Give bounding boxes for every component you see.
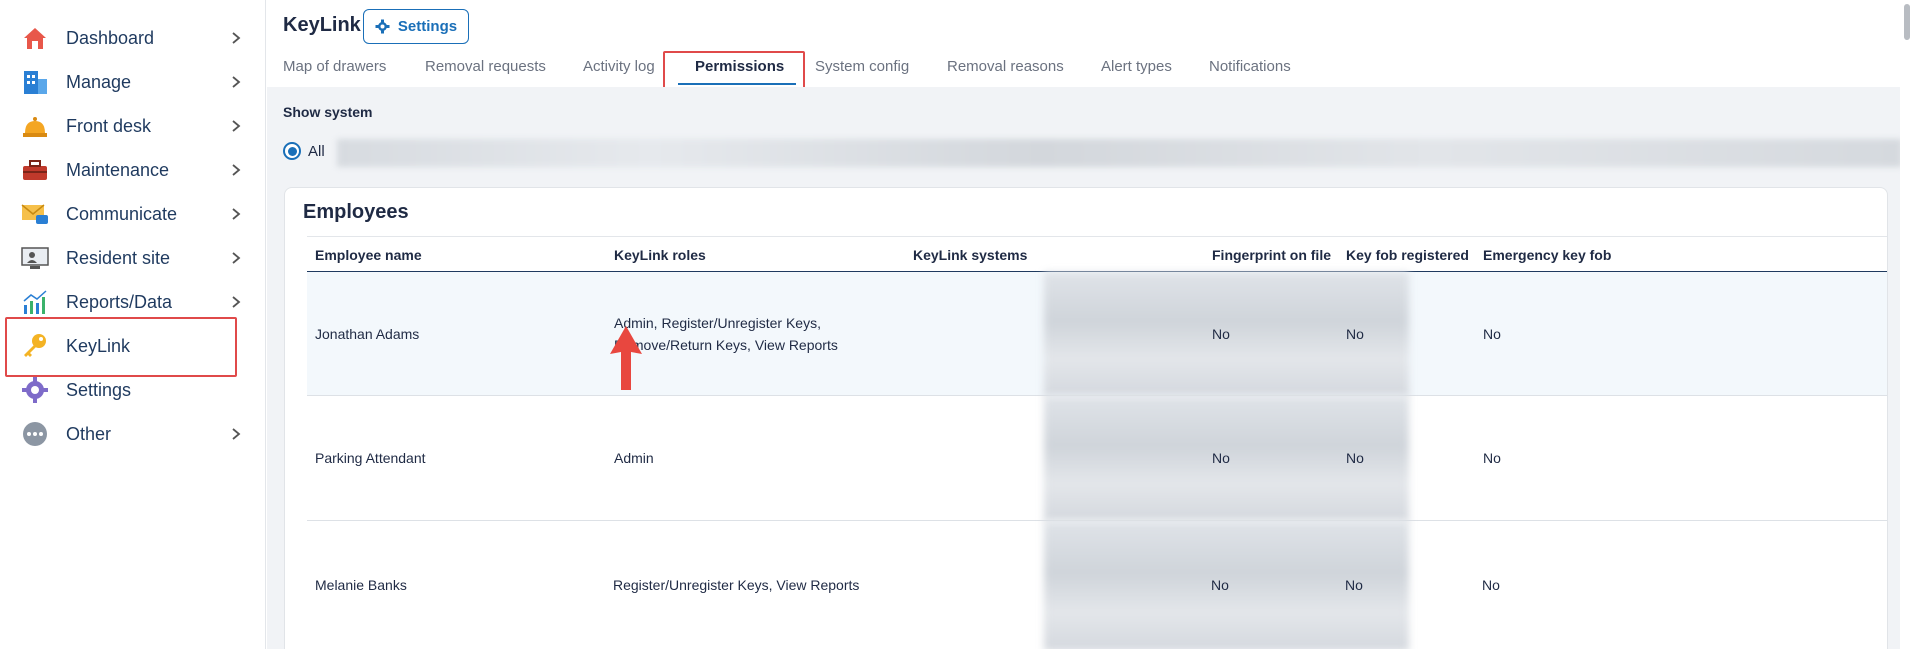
employee-roles: Admin, Register/Unregister Keys, Remove/… <box>614 315 838 353</box>
sidebar: Dashboard Manage Front desk Maintenance … <box>0 0 266 649</box>
arrow-up-icon <box>610 326 642 390</box>
monitor-user-icon <box>21 247 49 269</box>
table-header: Employee name KeyLink roles KeyLink syst… <box>307 236 1887 272</box>
sidebar-item-label: Communicate <box>66 203 178 224</box>
active-tab-indicator <box>678 83 796 85</box>
sidebar-item-label: Maintenance <box>66 159 170 180</box>
sidebar-item-dashboard[interactable]: Dashboard <box>0 18 266 58</box>
redacted-systems-strip <box>337 139 1902 167</box>
sidebar-item-settings[interactable]: Settings <box>0 370 266 410</box>
sidebar-item-front-desk[interactable]: Front desk <box>0 106 266 146</box>
column-header[interactable]: KeyLink systems <box>913 247 1027 263</box>
sidebar-item-label: Dashboard <box>66 27 155 48</box>
sidebar-item-keylink[interactable]: KeyLink <box>0 326 266 366</box>
employee-roles: Admin <box>614 450 654 466</box>
employee-roles: Register/Unregister Keys, View Reports <box>613 577 860 593</box>
chevron-right-icon <box>232 120 241 132</box>
chevron-right-icon <box>232 76 241 88</box>
sidebar-item-label: Reports/Data <box>66 291 173 312</box>
settings-button-label: Settings <box>397 18 458 35</box>
key-icon <box>24 334 46 357</box>
radio-all[interactable]: All <box>283 142 325 160</box>
sidebar-item-reports-data[interactable]: Reports/Data <box>0 282 266 322</box>
employees-title: Employees <box>303 201 409 223</box>
column-header[interactable]: Key fob registered <box>1346 247 1469 263</box>
show-system-label: Show system <box>283 104 373 120</box>
emergency-fob-value: No <box>1482 577 1500 593</box>
envelope-icon <box>21 204 48 224</box>
radio-all-label: All <box>308 142 325 160</box>
fingerprint-value: No <box>1212 326 1230 342</box>
sidebar-item-manage[interactable]: Manage <box>0 62 266 102</box>
settings-button[interactable]: Settings <box>363 9 469 44</box>
chevron-right-icon <box>232 252 241 264</box>
employee-name: Parking Attendant <box>315 450 426 466</box>
tab-removal-requests[interactable]: Removal requests <box>425 58 546 75</box>
bell-icon <box>23 117 47 137</box>
employee-name: Melanie Banks <box>315 577 407 593</box>
column-header[interactable]: KeyLink roles <box>614 247 706 263</box>
scrollbar-thumb[interactable] <box>1904 4 1910 40</box>
main-panel: KeyLink Settings Map of drawers Removal … <box>267 0 1920 649</box>
sidebar-item-label: Front desk <box>66 115 152 136</box>
header: KeyLink Settings Map of drawers Removal … <box>267 0 1920 98</box>
more-icon <box>23 422 47 446</box>
table-row[interactable]: Melanie Banks Register/Unregister Keys, … <box>307 521 1887 649</box>
sidebar-item-label: Settings <box>66 379 132 400</box>
table-row[interactable]: Parking Attendant Admin No No No <box>307 396 1887 521</box>
house-icon <box>24 28 46 49</box>
page-title: KeyLink <box>283 14 361 36</box>
sidebar-item-label: Resident site <box>66 247 171 268</box>
tab-system-config[interactable]: System config <box>815 58 909 75</box>
radio-button[interactable] <box>283 142 301 160</box>
key-fob-value: No <box>1346 450 1364 466</box>
sidebar-item-label: Manage <box>66 71 132 92</box>
column-header[interactable]: Employee name <box>315 247 422 263</box>
content-area: Show system All Employees Employee name … <box>267 87 1902 649</box>
emergency-fob-value: No <box>1483 450 1501 466</box>
toolbox-icon <box>23 160 47 180</box>
employees-card: Employees Employee name KeyLink roles Ke… <box>284 187 1888 649</box>
tab-notifications[interactable]: Notifications <box>1209 58 1291 75</box>
sidebar-item-other[interactable]: Other <box>0 414 266 454</box>
sidebar-item-resident-site[interactable]: Resident site <box>0 238 266 278</box>
chevron-right-icon <box>232 428 241 440</box>
gear-icon <box>375 19 390 34</box>
scrollbar[interactable] <box>1900 0 1920 649</box>
table-row[interactable]: Jonathan Adams Admin, Register/Unregiste… <box>307 272 1887 396</box>
key-fob-value: No <box>1345 577 1363 593</box>
chevron-right-icon <box>232 164 241 176</box>
tab-map-of-drawers[interactable]: Map of drawers <box>283 58 386 75</box>
fingerprint-value: No <box>1212 450 1230 466</box>
column-header[interactable]: Emergency key fob <box>1483 247 1611 263</box>
fingerprint-value: No <box>1211 577 1229 593</box>
tab-activity-log[interactable]: Activity log <box>583 58 655 75</box>
tab-removal-reasons[interactable]: Removal reasons <box>947 58 1064 75</box>
gear-icon <box>22 377 48 403</box>
chevron-right-icon <box>232 32 241 44</box>
key-fob-value: No <box>1346 326 1364 342</box>
tab-alert-types[interactable]: Alert types <box>1101 58 1172 75</box>
sidebar-item-communicate[interactable]: Communicate <box>0 194 266 234</box>
emergency-fob-value: No <box>1483 326 1501 342</box>
chart-icon <box>23 290 47 314</box>
tab-bar: Map of drawers Removal requests Activity… <box>267 54 1920 87</box>
sidebar-item-label: Other <box>66 423 112 444</box>
chevron-right-icon <box>232 208 241 220</box>
sidebar-item-label: KeyLink <box>66 335 131 356</box>
employee-name: Jonathan Adams <box>315 326 420 342</box>
building-icon <box>24 71 47 94</box>
chevron-right-icon <box>232 296 241 308</box>
tab-permissions[interactable]: Permissions <box>695 58 784 75</box>
sidebar-item-maintenance[interactable]: Maintenance <box>0 150 266 190</box>
column-header[interactable]: Fingerprint on file <box>1212 247 1331 263</box>
